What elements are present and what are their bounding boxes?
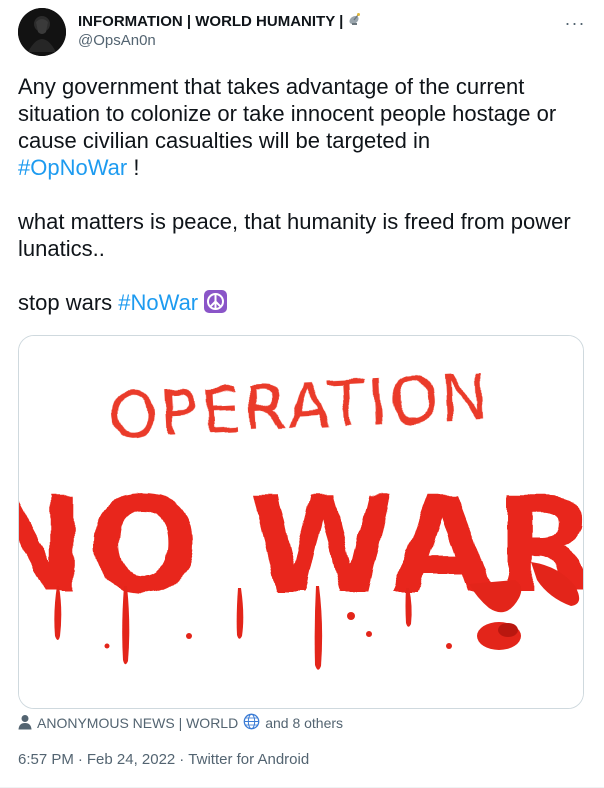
operation-no-war-artwork: OPERATION NO WAR [19, 336, 583, 708]
tweet-paragraph-2: what matters is peace, that humanity is … [18, 209, 571, 261]
tagged-users[interactable]: ANONYMOUS NEWS | WORLD and 8 others [18, 713, 343, 733]
avatar-image [18, 8, 66, 56]
person-icon [18, 714, 32, 733]
tweet-paragraph-1: Any government that takes advantage of t… [18, 73, 584, 181]
avatar[interactable] [18, 8, 66, 56]
author-handle[interactable]: @OpsAn0n [78, 32, 156, 49]
tweet-date[interactable]: Feb 24, 2022 [87, 751, 175, 768]
tweet-text: Any government that takes advantage of t… [18, 73, 584, 316]
tweet-card: INFORMATION | WORLD HUMANITY | @OpsAn0n … [0, 0, 604, 788]
tweet-media-image[interactable]: OPERATION NO WAR [18, 335, 584, 709]
hashtag-opnowar[interactable]: #OpNoWar [18, 155, 127, 180]
more-dots-icon: ··· [564, 12, 586, 33]
author-name[interactable]: INFORMATION | WORLD HUMANITY | [78, 13, 343, 30]
author-name-row[interactable]: INFORMATION | WORLD HUMANITY | [78, 11, 363, 31]
meta-separator: · [77, 750, 83, 768]
tweet-time[interactable]: 6:57 PM [18, 751, 74, 768]
tweet-source: Twitter for Android [188, 750, 310, 768]
tagged-others[interactable]: and 8 others [265, 715, 343, 731]
more-options-button[interactable]: ··· [558, 8, 592, 38]
tagged-user-first[interactable]: ANONYMOUS NEWS | WORLD [37, 715, 238, 731]
satellite-antenna-icon [347, 11, 363, 31]
tweet-paragraph-3: stop wars #NoWar [18, 289, 584, 316]
hashtag-nowar[interactable]: #NoWar [118, 290, 198, 315]
globe-icon [243, 713, 260, 733]
tweet-meta: 6:57 PM · Feb 24, 2022 · Twitter for And… [18, 749, 309, 769]
meta-separator-2: · [179, 750, 185, 768]
tweet-text-line1: Any government that takes advantage of t… [18, 74, 557, 153]
tweet-text-line3: stop wars [18, 290, 119, 315]
tweet-text-line1-end: ! [127, 155, 140, 180]
peace-symbol-icon [204, 290, 228, 313]
